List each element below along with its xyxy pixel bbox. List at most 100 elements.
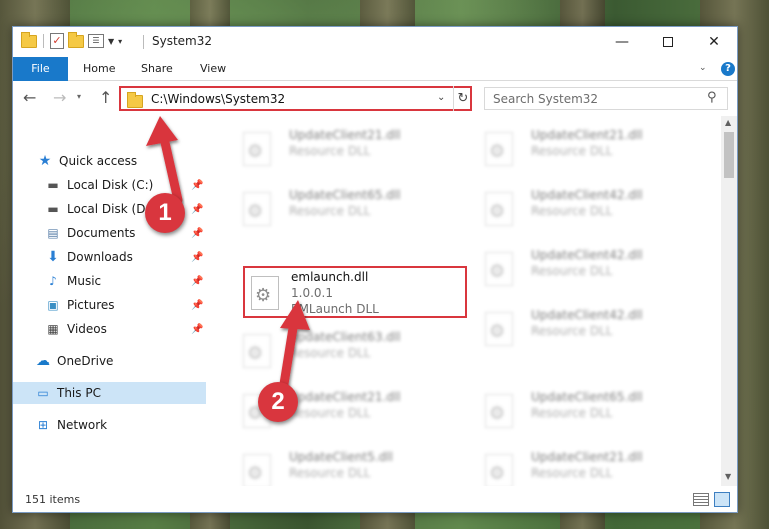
music-icon: ♪ bbox=[49, 274, 57, 288]
sidebar-item-this-pc[interactable]: ▭ This PC bbox=[13, 382, 206, 404]
download-icon: ⬇ bbox=[47, 249, 59, 265]
close-button[interactable]: ✕ bbox=[691, 27, 737, 57]
back-button[interactable]: ← bbox=[23, 88, 36, 107]
pin-icon[interactable]: 📌 bbox=[191, 324, 203, 335]
new-folder-icon[interactable] bbox=[68, 31, 84, 48]
sidebar-item-onedrive[interactable]: ☁ OneDrive bbox=[13, 350, 206, 372]
dll-file-icon bbox=[243, 334, 271, 368]
tab-view[interactable]: View bbox=[200, 57, 226, 81]
title-bar: ✓ ☰ ▼ ▾ System32 — ✕ bbox=[13, 27, 737, 57]
drive-icon: ▬ bbox=[47, 202, 59, 216]
minimize-button[interactable]: — bbox=[599, 27, 645, 57]
recent-locations-button[interactable]: ▾ bbox=[77, 92, 81, 101]
chevron-down-icon[interactable]: ▼ bbox=[108, 37, 114, 46]
scroll-up-icon[interactable]: ▲ bbox=[725, 118, 731, 127]
address-path[interactable]: C:\Windows\System32 bbox=[151, 92, 285, 106]
file-tile[interactable]: UpdateClient42.dll Resource DLL bbox=[473, 244, 697, 296]
cloud-icon: ☁ bbox=[36, 353, 50, 369]
sidebar-item-downloads[interactable]: ⬇ Downloads 📌 bbox=[13, 246, 206, 268]
file-version: 1.0.0.1 bbox=[291, 286, 333, 300]
refresh-button[interactable]: ↻ bbox=[453, 86, 472, 111]
tab-share[interactable]: Share bbox=[141, 57, 173, 81]
pin-icon[interactable]: 📌 bbox=[191, 300, 203, 311]
computer-icon: ▭ bbox=[37, 386, 49, 400]
sidebar-item-network[interactable]: ⊞ Network bbox=[13, 414, 206, 436]
file-tile-emlaunch[interactable]: emlaunch.dll 1.0.0.1 EMLaunch DLL bbox=[243, 266, 467, 318]
status-bar: 151 items bbox=[13, 488, 737, 512]
file-tile[interactable]: UpdateClient42.dll Resource DLL bbox=[473, 304, 697, 356]
item-count: 151 items bbox=[25, 493, 81, 506]
dll-file-icon bbox=[485, 192, 513, 226]
file-tile[interactable]: UpdateClient5.dll Resource DLL bbox=[231, 446, 455, 486]
network-icon: ⊞ bbox=[37, 418, 49, 432]
file-tile[interactable]: UpdateClient63.dll Resource DLL bbox=[231, 326, 455, 378]
pin-icon[interactable]: 📌 bbox=[191, 228, 203, 239]
customize-toolbar-icon[interactable]: ▾ bbox=[118, 37, 122, 46]
sidebar-item-pictures[interactable]: ▣ Pictures 📌 bbox=[13, 294, 206, 316]
pin-icon[interactable]: 📌 bbox=[191, 180, 203, 191]
dll-file-icon bbox=[243, 192, 271, 226]
scrollbar-thumb[interactable] bbox=[724, 132, 734, 178]
file-tile[interactable]: UpdateClient21.dll Resource DLL bbox=[231, 124, 455, 176]
pin-icon[interactable]: 📌 bbox=[191, 252, 203, 263]
dll-file-icon bbox=[251, 276, 279, 310]
sidebar-item-label: Music bbox=[67, 274, 102, 288]
dll-file-icon bbox=[485, 454, 513, 486]
pictures-icon: ▣ bbox=[47, 298, 59, 312]
search-placeholder: Search System32 bbox=[493, 92, 599, 106]
up-button[interactable]: ↑ bbox=[99, 88, 112, 107]
file-tile[interactable]: UpdateClient65.dll Resource DLL bbox=[231, 184, 455, 236]
details-view-icon[interactable] bbox=[693, 493, 709, 506]
file-tile[interactable]: UpdateClient42.dll Resource DLL bbox=[473, 184, 697, 236]
drive-icon: ▬ bbox=[47, 178, 59, 192]
large-icons-view-icon[interactable] bbox=[714, 492, 730, 507]
dll-file-icon bbox=[485, 252, 513, 286]
address-dropdown-icon[interactable]: ⌄ bbox=[437, 92, 445, 103]
file-tile[interactable]: UpdateClient65.dll Resource DLL bbox=[473, 386, 697, 438]
sidebar-item-quick-access[interactable]: ★ Quick access bbox=[13, 150, 206, 172]
explorer-window: ✓ ☰ ▼ ▾ System32 — ✕ File Home Share Vie… bbox=[12, 26, 738, 513]
ribbon-tabs: File Home Share View ⌄ ? bbox=[13, 57, 737, 81]
maximize-button[interactable] bbox=[645, 27, 691, 57]
vertical-scrollbar[interactable]: ▲ ▼ bbox=[721, 116, 737, 486]
star-icon: ★ bbox=[38, 153, 52, 169]
videos-icon: ▦ bbox=[47, 322, 59, 336]
address-row: ← → ▾ ↑ C:\Windows\System32 ⌄ ↻ Search S… bbox=[13, 82, 737, 116]
window-title: System32 bbox=[152, 34, 213, 48]
scroll-down-icon[interactable]: ▼ bbox=[725, 472, 731, 481]
properties-icon[interactable]: ☰ bbox=[88, 34, 104, 48]
tab-file[interactable]: File bbox=[13, 57, 68, 81]
file-tile[interactable]: UpdateClient21.dll Resource DLL bbox=[473, 124, 697, 176]
pin-icon[interactable]: 📌 bbox=[191, 204, 203, 215]
forward-button[interactable]: → bbox=[53, 88, 66, 107]
sidebar-item-label: Local Disk (C:) bbox=[67, 178, 154, 192]
tab-home[interactable]: Home bbox=[83, 57, 115, 81]
dll-file-icon bbox=[485, 132, 513, 166]
properties-check-icon[interactable]: ✓ bbox=[50, 33, 64, 49]
sidebar-item-label: Network bbox=[57, 418, 108, 432]
sidebar-item-videos[interactable]: ▦ Videos 📌 bbox=[13, 318, 206, 340]
search-input[interactable]: Search System32 ⚲ bbox=[484, 87, 728, 110]
expand-ribbon-icon[interactable]: ⌄ bbox=[699, 63, 707, 73]
help-icon[interactable]: ? bbox=[721, 62, 735, 76]
file-description: EMLaunch DLL bbox=[291, 302, 379, 316]
search-icon[interactable]: ⚲ bbox=[707, 90, 717, 105]
file-tile[interactable]: UpdateClient21.dll Resource DLL bbox=[473, 446, 697, 486]
address-bar[interactable]: C:\Windows\System32 ⌄ ↻ bbox=[119, 86, 472, 111]
sidebar-item-local-disk-c[interactable]: ▬ Local Disk (C:) 📌 bbox=[13, 174, 206, 196]
sidebar-item-label: This PC bbox=[57, 386, 101, 400]
sidebar-item-label: Quick access bbox=[59, 154, 138, 168]
step-2-badge: 2 bbox=[258, 382, 298, 422]
dll-file-icon bbox=[485, 394, 513, 428]
sidebar-item-music[interactable]: ♪ Music 📌 bbox=[13, 270, 206, 292]
dll-file-icon bbox=[243, 132, 271, 166]
folder-icon bbox=[21, 31, 37, 48]
sidebar-item-label: Local Disk (D:) bbox=[67, 202, 155, 216]
sidebar-item-label: Downloads bbox=[67, 250, 133, 264]
file-name: emlaunch.dll bbox=[291, 270, 369, 284]
navigation-pane: ★ Quick access ▬ Local Disk (C:) 📌 ▬ Loc… bbox=[13, 116, 206, 486]
documents-icon: ▤ bbox=[47, 226, 59, 240]
dll-file-icon bbox=[243, 454, 271, 486]
pin-icon[interactable]: 📌 bbox=[191, 276, 203, 287]
sidebar-item-label: Videos bbox=[67, 322, 107, 336]
